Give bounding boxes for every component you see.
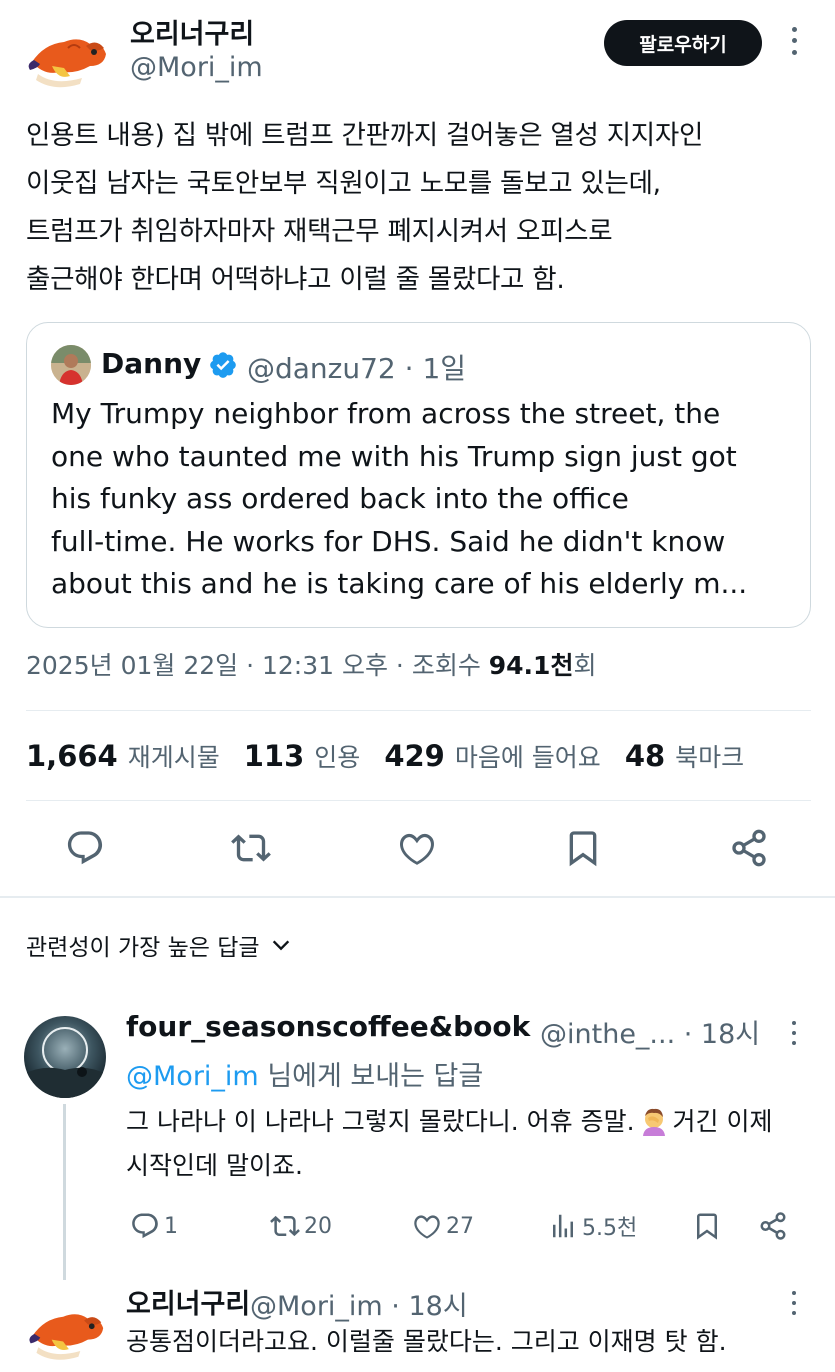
share-button[interactable] bbox=[724, 823, 774, 873]
chevron-down-icon bbox=[272, 940, 289, 951]
more-options-icon[interactable] bbox=[786, 24, 802, 58]
repost-icon bbox=[270, 1215, 300, 1237]
repost-label[interactable]: 재게시물 bbox=[128, 738, 220, 774]
follow-button[interactable]: 팔로우하기 bbox=[604, 20, 762, 66]
repost-button[interactable] bbox=[226, 823, 276, 873]
heart-icon bbox=[414, 1215, 440, 1239]
thread-line bbox=[63, 1104, 66, 1280]
bookmark-icon bbox=[697, 1213, 717, 1240]
repost-count[interactable]: 1,664 bbox=[26, 739, 118, 773]
duck-avatar-icon bbox=[24, 14, 110, 100]
tweet-text-line: 트럼프가 취임하자마자 재택근무 폐지시켜서 오피스로 bbox=[26, 216, 613, 247]
reply-icon bbox=[67, 831, 103, 865]
reply-repost-button[interactable]: 20 bbox=[270, 1204, 332, 1248]
bookmark-label[interactable]: 북마크 bbox=[675, 738, 744, 774]
tweet-text-line: 출근해야 한다며 어떡하냐고 이럴 줄 몰랐다고 함. bbox=[26, 264, 565, 295]
reply-author-name[interactable]: 오리너구리 bbox=[126, 1282, 250, 1321]
reply-comment-button[interactable]: 1 bbox=[130, 1204, 178, 1248]
tweet-text-line: 인용트 내용) 집 밖에 트럼프 간판까지 걸어놓은 열성 지지자인 bbox=[26, 120, 704, 151]
tweet-header: 오리너구리 @Mori_im 팔로우하기 bbox=[0, 0, 835, 100]
tweet-text-line: 이웃집 남자는 국토안보부 직원이고 노모를 돌보고 있는데, bbox=[26, 168, 661, 199]
quoted-tweet[interactable]: Danny @danzu72 · 1일 My Trumpy neighbor f… bbox=[26, 322, 811, 628]
view-count: 94.1천 bbox=[488, 651, 574, 680]
tweet-datetime[interactable]: 2025년 01월 22일 · 12:31 오후 · 조회수 bbox=[26, 651, 489, 680]
facepalm-emoji bbox=[642, 1108, 665, 1136]
author-handle[interactable]: @Mori_im bbox=[130, 52, 263, 83]
more-options-icon[interactable] bbox=[786, 1288, 802, 1318]
repost-count: 20 bbox=[304, 1213, 332, 1239]
reply-like-button[interactable]: 27 bbox=[412, 1204, 474, 1248]
avatar[interactable] bbox=[24, 14, 110, 100]
tweet-text: 인용트 내용) 집 밖에 트럼프 간판까지 걸어놓은 열성 지지자인 이웃집 남… bbox=[26, 112, 816, 304]
quote-avatar bbox=[51, 345, 91, 385]
quote-text-line: full-time. He works for DHS. Said he did… bbox=[51, 524, 726, 558]
reply-avatar[interactable] bbox=[24, 1290, 108, 1372]
reply-handle-time[interactable]: @inthe_... · 18시 bbox=[540, 1012, 760, 1051]
verified-badge-icon bbox=[210, 352, 236, 378]
tweet-meta: 2025년 01월 22일 · 12:31 오후 · 조회수 94.1천회 bbox=[26, 646, 596, 682]
heart-icon bbox=[400, 833, 434, 865]
more-options-icon[interactable] bbox=[786, 1018, 802, 1048]
reply-button[interactable] bbox=[60, 823, 110, 873]
quote-handle-time: @danzu72 · 1일 bbox=[247, 352, 467, 385]
reply-text: 그 나라나 이 나라나 그렇지 몰랐다니. 어휴 증말. 거긴 이제 시작인데 … bbox=[126, 1100, 816, 1188]
share-icon bbox=[760, 1212, 786, 1240]
reply-icon bbox=[132, 1213, 158, 1239]
eclipse-avatar-icon bbox=[24, 1016, 106, 1098]
replying-to: @Mori_im 님에게 보내는 답글 bbox=[126, 1054, 483, 1093]
reply-bookmark-button[interactable] bbox=[692, 1204, 726, 1248]
reply-handle-time[interactable]: @Mori_im · 18시 bbox=[250, 1284, 468, 1323]
reply-views-button[interactable]: 5.5천 bbox=[548, 1204, 637, 1248]
replying-to-suffix: 님에게 보내는 답글 bbox=[258, 1061, 484, 1092]
view-count: 5.5천 bbox=[582, 1216, 638, 1241]
sort-label: 관련성이 가장 높은 답글 bbox=[26, 935, 260, 961]
view-count-suffix: 회 bbox=[573, 651, 597, 680]
like-count: 27 bbox=[446, 1213, 474, 1239]
bookmark-count[interactable]: 48 bbox=[625, 739, 665, 773]
duck-avatar-icon bbox=[25, 1290, 107, 1372]
reply-text-line: 시작인데 말이죠. bbox=[126, 1151, 303, 1180]
reply-text: 공통점이더라고요. 이럴줄 몰랐다는. 그리고 이재명 탓 함. bbox=[126, 1327, 727, 1356]
quote-count[interactable]: 113 bbox=[244, 739, 305, 773]
like-label[interactable]: 마음에 들어요 bbox=[455, 738, 601, 774]
like-count[interactable]: 429 bbox=[384, 739, 445, 773]
engagement-stats: 1,664 재게시물 113 인용 429 마음에 들어요 48 북마크 bbox=[26, 738, 768, 774]
reply-share-button[interactable] bbox=[758, 1204, 792, 1248]
reply-sort-dropdown[interactable]: 관련성이 가장 높은 답글 bbox=[26, 928, 292, 962]
repost-icon bbox=[231, 834, 271, 862]
reply-count: 1 bbox=[164, 1213, 178, 1239]
bookmark-button[interactable] bbox=[558, 823, 608, 873]
reply-actions: 1 20 27 5.5천 bbox=[126, 1204, 816, 1248]
quote-text: My Trumpy neighbor from across the stree… bbox=[51, 393, 796, 606]
person-avatar-icon bbox=[51, 345, 91, 385]
bookmark-icon bbox=[569, 831, 597, 867]
like-button[interactable] bbox=[392, 823, 442, 873]
quote-label[interactable]: 인용 bbox=[314, 738, 360, 774]
mention-link[interactable]: @Mori_im bbox=[126, 1061, 259, 1092]
author-display-name[interactable]: 오리너구리 bbox=[130, 12, 254, 51]
analytics-icon bbox=[553, 1214, 573, 1238]
reply-text-part: 그 나라나 이 나라나 그렇지 몰랐다니. 어휴 증말. bbox=[126, 1107, 635, 1136]
reply-avatar[interactable] bbox=[24, 1016, 106, 1098]
reply-text-line: 그 나라나 이 나라나 그렇지 몰랐다니. 어휴 증말. 거긴 이제 bbox=[126, 1100, 816, 1144]
reply-text-part: 거긴 이제 bbox=[672, 1107, 773, 1136]
quote-text-line: one who taunted me with his Trump sign j… bbox=[51, 439, 737, 473]
quote-author-name: Danny bbox=[101, 347, 202, 380]
divider bbox=[26, 710, 811, 711]
divider bbox=[0, 896, 835, 898]
reply-author-name[interactable]: four_seasonscoffee&book bbox=[126, 1010, 530, 1043]
quote-text-line: his funky ass ordered back into the offi… bbox=[51, 482, 629, 515]
tweet-actions bbox=[0, 823, 835, 879]
quote-text-line: about this and he is taking care of his … bbox=[51, 567, 748, 600]
share-icon bbox=[732, 829, 766, 867]
divider bbox=[26, 800, 811, 801]
quote-text-line: My Trumpy neighbor from across the stree… bbox=[51, 397, 721, 430]
